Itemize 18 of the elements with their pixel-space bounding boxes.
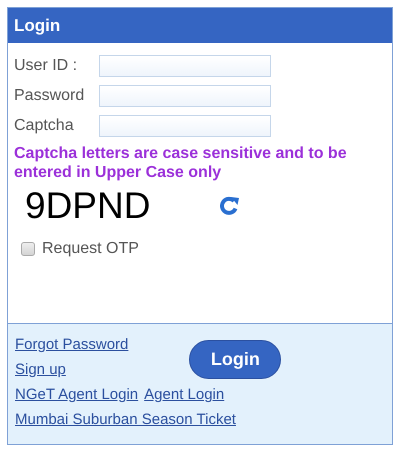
link[interactable]: Mumbai Suburban Season Ticket (15, 411, 236, 428)
field-label: Captcha (14, 117, 75, 135)
captcha-image: 9DPND (25, 185, 152, 227)
checkbox-label: Request OTP (42, 240, 139, 258)
captcha-note: Captcha letters are case sensitive and to be entered in Upper Case only (14, 144, 348, 182)
login-button[interactable]: Login (189, 340, 282, 378)
refresh-icon[interactable] (220, 196, 240, 216)
input-field[interactable] (99, 55, 271, 77)
field-label: Password (14, 87, 86, 105)
link[interactable]: Forgot Password (15, 332, 128, 357)
input-field[interactable] (99, 85, 271, 107)
checkbox[interactable] (21, 242, 35, 256)
link[interactable]: NGeT Agent Login (15, 382, 138, 407)
link[interactable]: Sign up (15, 357, 128, 382)
link[interactable]: Agent Login (144, 382, 224, 407)
input-field[interactable] (99, 115, 271, 137)
field-label: User ID : (14, 57, 78, 75)
panel-title: Login (8, 8, 392, 43)
